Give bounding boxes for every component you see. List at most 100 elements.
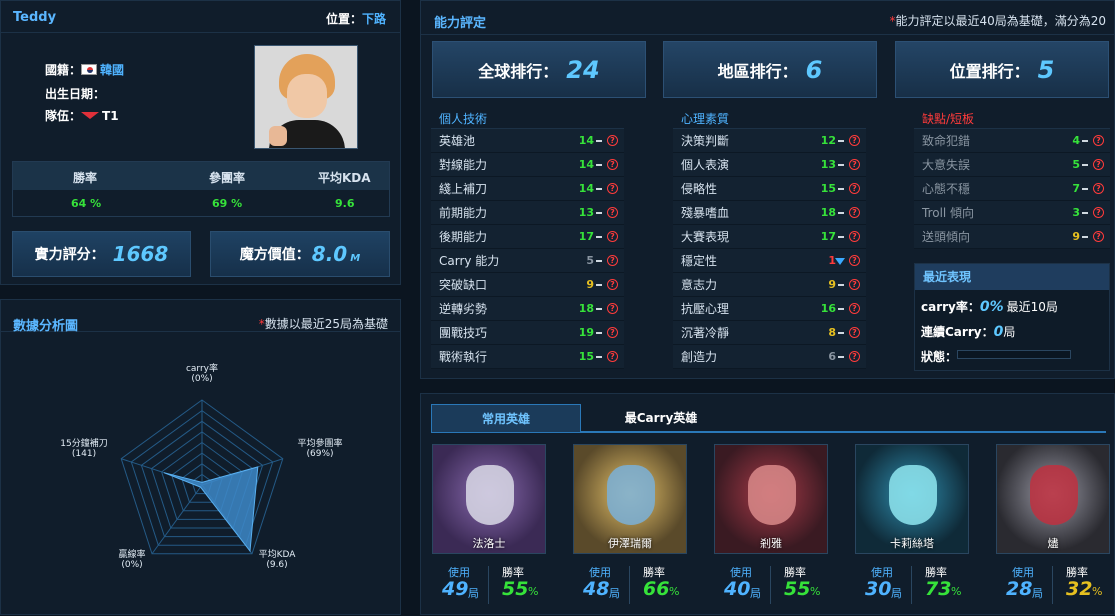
heroes-panel: 常用英雄 最Carry英雄 法洛士 使用 49 局勝率 55% 伊澤瑞爾 使用 48 局勝率 66… [420,393,1115,615]
dash-icon [838,188,844,190]
pct-unit: % [669,585,680,598]
ability-value: 12 [820,134,836,147]
help-icon[interactable]: ? [607,231,618,242]
help-icon[interactable]: ? [607,351,618,362]
hero-name: 剎雅 [760,537,782,550]
ability-row: 綫上補刀 14? [431,177,624,201]
help-icon[interactable]: ? [849,327,860,338]
help-icon[interactable]: ? [1093,135,1104,146]
tab-common-heroes[interactable]: 常用英雄 [431,404,581,432]
ability-value: 14 [578,182,594,195]
help-icon[interactable]: ? [849,255,860,266]
kda-value: 9.6 [335,197,355,210]
dash-icon [1082,188,1088,190]
ability-name: 突破缺口 [439,278,488,292]
dash-icon [596,212,602,214]
radar-panel: 數據分析圖 *數據以最近25局為基礎 carry率 (0%) 平均參團率 (69%)… [0,299,401,615]
ability-row: 團戰技巧 19? [431,321,624,345]
ability-row: 殘暴嗜血 18? [673,201,866,225]
help-icon[interactable]: ? [1093,231,1104,242]
help-icon[interactable]: ? [607,303,618,314]
radar-label-cs15: 15分鐘補刀 (141) [60,439,108,459]
dash-icon [1082,212,1088,214]
dash-icon [838,140,844,142]
tab-carry-heroes[interactable]: 最Carry英雄 [606,404,716,432]
position-value: 下路 [361,12,386,26]
help-icon[interactable]: ? [607,255,618,266]
win-rate: 55 [502,578,529,600]
help-icon[interactable]: ? [607,183,618,194]
hero-portrait[interactable]: 法洛士 [432,444,546,554]
help-icon[interactable]: ? [1093,159,1104,170]
ability-name: 大意失誤 [922,158,971,172]
ability-value: 17 [820,230,836,243]
ability-name: 沉著冷靜 [681,326,730,340]
weakness-title: 缺點/短板 [914,109,1110,129]
kda-header: 平均KDA [318,171,371,185]
radar-label-participation: 平均參團率 (69%) [297,439,343,459]
ability-value: 17 [578,230,594,243]
position-rank-box: 位置排行： 5 [895,41,1109,98]
help-icon[interactable]: ? [849,279,860,290]
mental-title: 心理素質 [673,109,866,129]
help-icon[interactable]: ? [1093,183,1104,194]
hero-portrait[interactable]: 卡莉絲塔 [855,444,969,554]
help-icon[interactable]: ? [1093,207,1104,218]
hero-portrait[interactable]: 剎雅 [714,444,828,554]
help-icon[interactable]: ? [849,183,860,194]
help-icon[interactable]: ? [849,351,860,362]
radar-label-carry: carry率 (0%) [185,364,219,384]
help-icon[interactable]: ? [849,159,860,170]
games-unit: 局 [609,587,620,600]
games-unit: 局 [750,587,761,600]
region-rank: 6 [805,55,823,84]
radar-label-kda: 平均KDA (9.6) [258,550,296,570]
help-icon[interactable]: ? [607,207,618,218]
help-icon[interactable]: ? [607,279,618,290]
ability-name: 英雄池 [439,134,476,148]
ability-name: 戰術執行 [439,350,488,364]
ability-row: 抗壓心理 16? [673,297,866,321]
ability-name: 決策判斷 [681,134,730,148]
games-count: 30 [865,578,892,600]
hero-portrait[interactable]: 燼 [996,444,1110,554]
ability-row: Carry 能力 5? [431,249,624,273]
hero-card[interactable]: 燼使用 28 局勝率 32% [996,444,1110,608]
hero-card[interactable]: 卡莉絲塔 使用 30 局勝率 73% [855,444,969,608]
ability-value: 3 [1072,206,1080,219]
games-unit: 局 [468,587,479,600]
hero-card[interactable]: 法洛士 使用 49 局勝率 55% [432,444,546,608]
help-icon[interactable]: ? [607,159,618,170]
win-rate-header: 勝率 [73,171,98,185]
ability-value: 15 [578,350,594,363]
help-icon[interactable]: ? [607,135,618,146]
ability-row: 送頭傾向 9? [914,225,1110,249]
ability-value: 18 [820,206,836,219]
help-icon[interactable]: ? [849,207,860,218]
hero-card[interactable]: 伊澤瑞爾 使用 48 局勝率 66% [573,444,687,608]
help-icon[interactable]: ? [849,231,860,242]
help-icon[interactable]: ? [849,135,860,146]
ability-row: 侵略性 15? [673,177,866,201]
hero-portrait[interactable]: 伊澤瑞爾 [573,444,687,554]
ability-row: 逆轉劣勢 18? [431,297,624,321]
pct-unit: % [951,585,962,598]
dash-icon [596,332,602,334]
participation-header: 參團率 [209,171,246,185]
ability-name: Troll 傾向 [922,206,975,220]
ability-name: 綫上補刀 [439,182,488,196]
dash-icon [838,332,844,334]
ability-row: 心態不穩 7? [914,177,1110,201]
help-icon[interactable]: ? [849,303,860,314]
pct-unit: % [810,585,821,598]
ability-title: 能力評定 [434,16,487,31]
ability-value: 16 [820,302,836,315]
radar-data-polygon [163,466,259,553]
ability-row: 突破缺口 9? [431,273,624,297]
ability-row: 英雄池 14? [431,129,624,153]
help-icon[interactable]: ? [607,327,618,338]
carry-rate-row: carry率：0% 最近10局 [921,299,1058,315]
dash-icon [596,308,602,310]
player-photo [254,45,358,149]
hero-card[interactable]: 剎雅 使用 40 局勝率 55% [714,444,828,608]
